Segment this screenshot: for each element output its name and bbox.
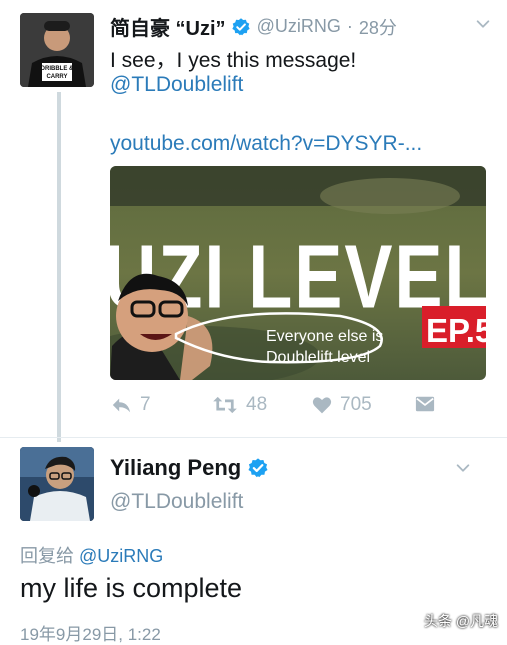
caption-line-1: Everyone else is: [266, 328, 383, 345]
verified-badge-icon: [231, 17, 250, 35]
chevron-down-icon[interactable]: [474, 15, 492, 33]
retweet-action[interactable]: 48: [212, 394, 267, 416]
reply-prefix: 回复给: [20, 546, 74, 566]
like-count: 705: [340, 394, 372, 415]
verified-badge-icon-2: [248, 458, 268, 478]
avatar-doublelift[interactable]: [20, 447, 94, 521]
like-action[interactable]: 705: [312, 394, 372, 416]
video-thumbnail: UZI LEVEL Everyone else is Doublelift le…: [110, 166, 486, 380]
dm-action[interactable]: [414, 394, 436, 414]
tweet-divider: [0, 437, 507, 438]
tweet-header: 简自豪 “Uzi” @UziRNG · 28分: [110, 12, 397, 41]
youtube-link[interactable]: youtube.com/watch?v=DYSYR-...: [110, 132, 422, 156]
thread-line: [57, 92, 61, 442]
retweet-count: 48: [246, 394, 268, 415]
avatar-shirt-text-1: DRIBBLE &: [41, 66, 74, 72]
heart-icon: [312, 397, 332, 414]
author-handle[interactable]: @UziRNG: [257, 16, 341, 37]
tweet2-text: my life is complete: [20, 573, 243, 603]
tweet-time[interactable]: 28分: [359, 14, 397, 40]
reply-icon: [112, 398, 131, 413]
avatar-uzi-image: DRIBBLE & CARRY: [20, 13, 94, 87]
avatar-uzi[interactable]: DRIBBLE & CARRY: [20, 13, 94, 87]
tweet-text: I see，I yes this message!: [110, 49, 357, 72]
caption-line-2: Doublelift level: [266, 349, 370, 366]
author-name-2[interactable]: Yiliang Peng: [110, 455, 241, 481]
tweet2-header: Yiliang Peng: [110, 455, 269, 481]
tweet2-timestamp[interactable]: 19年9月29日, 1:22: [20, 620, 161, 645]
watermark: 头条 @凡魂: [424, 613, 499, 629]
avatar-shirt-text-2: CARRY: [46, 74, 67, 80]
meta-separator: ·: [346, 16, 353, 36]
author-handle-2[interactable]: @TLDoublelift: [110, 490, 243, 514]
reply-to-link[interactable]: @UziRNG: [79, 546, 163, 566]
mention-link[interactable]: @TLDoublelift: [110, 73, 243, 97]
envelope-icon: [415, 396, 435, 412]
reply-action[interactable]: 7: [110, 394, 151, 416]
avatar-doublelift-image: [20, 447, 94, 521]
media-card[interactable]: UZI LEVEL Everyone else is Doublelift le…: [110, 166, 486, 380]
reply-context: 回复给 @UziRNG: [20, 542, 163, 568]
episode-badge: EP.5: [426, 312, 486, 349]
author-name[interactable]: 简自豪 “Uzi”: [110, 12, 226, 41]
reply-count: 7: [140, 394, 151, 415]
retweet-icon: [213, 396, 237, 414]
chevron-down-icon-2[interactable]: [454, 459, 472, 477]
